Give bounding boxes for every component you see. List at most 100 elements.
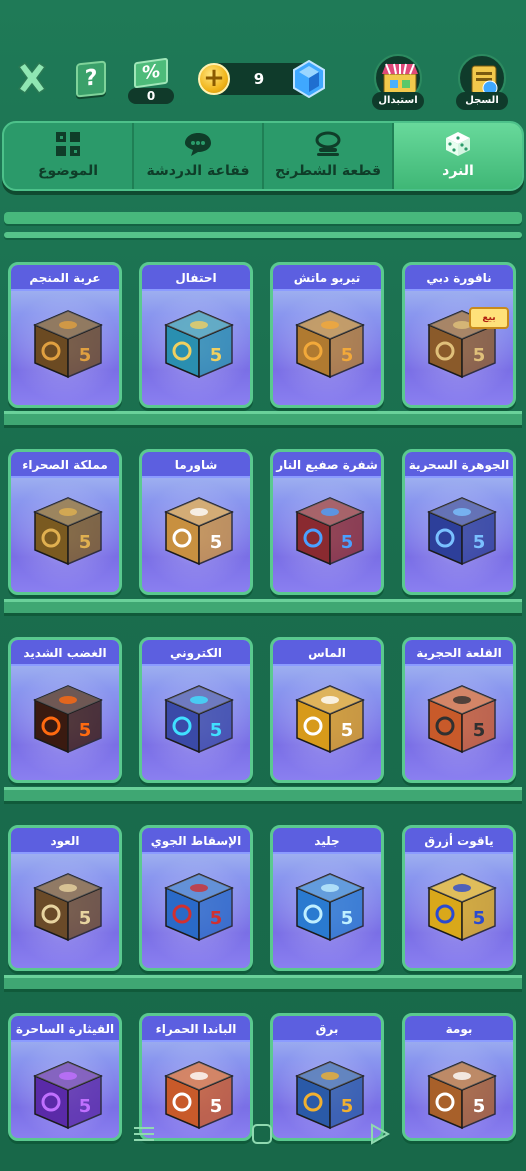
dice-item-card[interactable]: العود 5 (8, 825, 122, 971)
menu-icon (134, 1127, 154, 1141)
dice-item-label: الباندا الحمراء (142, 1016, 250, 1042)
svg-text:5: 5 (473, 1096, 486, 1117)
dice-item-card[interactable]: القلعة الحجرية 5 (402, 637, 516, 783)
category-tabs: الموضوع فقاعة الدردشة قطعة الشطرنج النرد (2, 121, 524, 191)
svg-text:5: 5 (210, 908, 223, 929)
dice-icon: 5 (427, 497, 497, 566)
svg-text:5: 5 (210, 532, 223, 553)
dice-item-card[interactable]: شفرة صفيع النار 5 (270, 449, 384, 595)
tab-label: الموضوع (37, 163, 99, 179)
svg-text:5: 5 (79, 1096, 92, 1117)
discount-button[interactable]: % 0 (128, 56, 174, 104)
svg-text:5: 5 (473, 532, 486, 553)
dice-icon: 5 (33, 310, 103, 379)
dice-item-card[interactable]: نافورة دبي 5 بيع (402, 262, 516, 408)
dice-item-label: جليد (273, 828, 381, 854)
dice-item-card[interactable]: شاورما 5 (139, 449, 253, 595)
svg-text:5: 5 (210, 1096, 223, 1117)
tab-label: النرد (442, 163, 474, 179)
dice-item-card[interactable]: جليد 5 (270, 825, 384, 971)
dice-item-label: الإسقاط الجوي (142, 828, 250, 854)
discount-ticket-icon: % (134, 57, 168, 89)
help-button[interactable]: ? (76, 60, 106, 98)
divider (4, 212, 522, 224)
dice-item-card[interactable]: الإسقاط الجوي 5 (139, 825, 253, 971)
dice-item-card[interactable]: الغضب الشديد 5 (8, 637, 122, 783)
svg-text:5: 5 (473, 345, 486, 366)
svg-text:5: 5 (79, 720, 92, 741)
dice-item-label: شاورما (142, 452, 250, 478)
dice-item-label: العود (11, 828, 119, 854)
dice-icon: 5 (295, 497, 365, 566)
record-button[interactable]: السجل (456, 54, 508, 110)
svg-text:5: 5 (210, 345, 223, 366)
dice-item-card[interactable]: الكتروني 5 (139, 637, 253, 783)
svg-text:5: 5 (473, 720, 486, 741)
tab-theme[interactable]: الموضوع (4, 123, 134, 189)
dice-icon: 5 (427, 873, 497, 942)
dice-item-label: ياقوت أزرق (405, 828, 513, 854)
discount-count: 0 (128, 88, 174, 104)
record-label: السجل (456, 92, 508, 110)
dice-icon: 5 (164, 873, 234, 942)
dice-item-label: عربة المنجم (11, 265, 119, 291)
svg-text:5: 5 (79, 532, 92, 553)
close-icon (17, 61, 47, 95)
shelf (4, 599, 522, 613)
tab-dice[interactable]: النرد (394, 123, 522, 189)
svg-text:5: 5 (79, 345, 92, 366)
shop-label: استبدال (372, 92, 424, 110)
dice-item-label: الجوهرة السحرية (405, 452, 513, 478)
svg-text:5: 5 (341, 908, 354, 929)
dice-item-label: بومة (405, 1016, 513, 1042)
chat-bubble-icon (185, 133, 211, 156)
dice-item-label: القيثارة الساحرة (11, 1016, 119, 1042)
dice-item-label: الماس (273, 640, 381, 666)
dice-item-label: برق (273, 1016, 381, 1042)
dice-item-card[interactable]: ياقوت أزرق 5 (402, 825, 516, 971)
exchange-shop-button[interactable]: استبدال (372, 54, 424, 110)
dice-icon: 5 (33, 685, 103, 754)
tab-label: فقاعة الدردشة (146, 163, 250, 179)
close-button[interactable] (14, 60, 50, 96)
svg-text:5: 5 (79, 908, 92, 929)
shelf (4, 787, 522, 801)
dice-item-card[interactable]: عربة المنجم 5 (8, 262, 122, 408)
svg-text:5: 5 (473, 908, 486, 929)
dice-item-card[interactable]: مملكة الصحراء 5 (8, 449, 122, 595)
dice-item-label: احتفال (142, 265, 250, 291)
dice-item-card[interactable]: احتفال 5 (139, 262, 253, 408)
back-icon (371, 1123, 391, 1145)
shelf (4, 975, 522, 989)
top-bar: ? % 0 + 9 استبدال السجل (0, 0, 526, 120)
system-navbar (0, 1120, 526, 1150)
discount-symbol: % (141, 60, 161, 85)
dice-icon: 5 (164, 497, 234, 566)
gem-icon (292, 59, 326, 99)
svg-text:5: 5 (341, 720, 354, 741)
shelf (4, 411, 522, 425)
dice-item-label: نافورة دبي (405, 265, 513, 291)
theme-grid-icon (56, 132, 80, 156)
dice-icon: 5 (295, 310, 365, 379)
svg-text:5: 5 (341, 1096, 354, 1117)
dice-item-label: الغضب الشديد (11, 640, 119, 666)
home-icon (252, 1124, 272, 1144)
dice-icon: 5 (295, 873, 365, 942)
chess-piece-icon (315, 131, 341, 156)
dice-item-card[interactable]: تيربو ماتش 5 (270, 262, 384, 408)
dice-item-card[interactable]: الجوهرة السحرية 5 (402, 449, 516, 595)
dice-item-label: الكتروني (142, 640, 250, 666)
tab-chat-bubble[interactable]: فقاعة الدردشة (134, 123, 264, 189)
dice-icon: 5 (33, 873, 103, 942)
svg-text:5: 5 (341, 345, 354, 366)
dice-icon: 5 (33, 497, 103, 566)
dice-icon: 5 (427, 685, 497, 754)
svg-text:5: 5 (341, 532, 354, 553)
help-icon: ? (84, 65, 98, 92)
dice-item-card[interactable]: الماس 5 (270, 637, 384, 783)
tab-chess-piece[interactable]: قطعة الشطرنج (264, 123, 394, 189)
sale-badge: بيع (469, 307, 509, 329)
gems-count: 9 (253, 70, 265, 88)
add-gems-button[interactable]: + (198, 63, 230, 95)
